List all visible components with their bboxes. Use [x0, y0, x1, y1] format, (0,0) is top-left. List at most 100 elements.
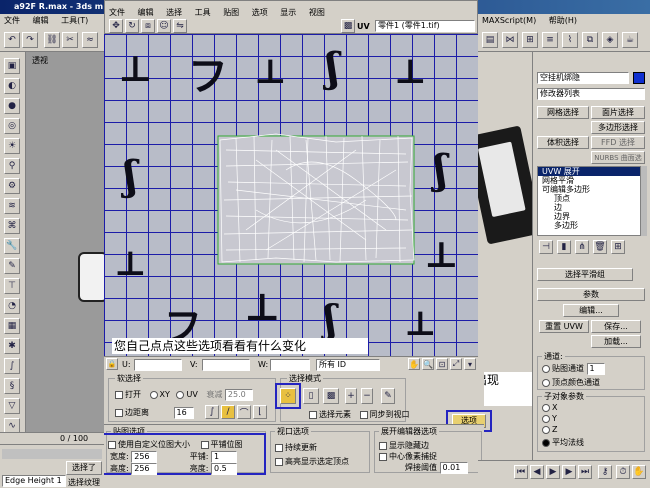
time-slider[interactable]: 0 / 100 [0, 432, 104, 444]
undo-icon[interactable]: ↶ [4, 32, 20, 48]
falloff-fast-icon[interactable]: ⌊ [253, 405, 267, 419]
render-icon[interactable]: ☕ [622, 32, 638, 48]
load-button[interactable]: 加载... [591, 335, 641, 348]
pan-view-icon[interactable]: ✋ [632, 465, 646, 479]
uv-menu-1[interactable]: 编辑 [138, 8, 154, 17]
axis-y-radio[interactable] [542, 414, 550, 423]
taper-icon[interactable]: ▽ [4, 398, 20, 414]
vertex-mode-icon[interactable]: ⁘ [280, 388, 296, 404]
scale-icon[interactable]: ⧈ [141, 19, 155, 33]
tile-bitmap-checkbox[interactable] [200, 440, 209, 449]
link-icon[interactable]: ⛓ [44, 32, 60, 48]
patch-select-button[interactable]: 面片选择 [591, 106, 645, 119]
id-select[interactable]: 所有 ID [316, 359, 380, 371]
modifier-icon[interactable]: ✎ [4, 258, 20, 274]
paint-select-icon[interactable]: ✎ [381, 388, 395, 404]
nurbs-select-button[interactable]: NURBS 曲面选择 [591, 151, 645, 174]
stack-item[interactable]: 多边形 [538, 221, 640, 230]
stack-item[interactable]: 边界 [538, 212, 640, 221]
width-field[interactable]: 256 [131, 451, 158, 463]
save-button[interactable]: 保存... [591, 320, 641, 333]
reset-uvw-button[interactable]: 重置 UVW [539, 320, 589, 333]
stack-item[interactable]: 可编辑多边形 [538, 185, 640, 194]
falloff-slow-icon[interactable]: ⌒ [237, 405, 251, 419]
uv-menu-0[interactable]: 文件 [109, 8, 125, 17]
spacewarp-icon[interactable]: ≋ [4, 198, 20, 214]
height-field[interactable]: 256 [131, 463, 158, 475]
play-icon[interactable]: ▶ [546, 465, 560, 479]
time-config-icon[interactable]: ⏱ [616, 465, 630, 479]
edge-dist-checkbox[interactable] [115, 408, 123, 417]
menu-file[interactable]: 文件 [4, 16, 20, 25]
shrink-icon[interactable]: − [361, 388, 373, 404]
falloff-smooth-icon[interactable]: ∫ [205, 405, 219, 419]
mesh-select-button[interactable]: 网格选择 [537, 106, 589, 119]
uv-canvas[interactable]: ⊥ フ ⊥ ʃ ⊥ ʃ ʃ ⊥ ⊥ フ ⊥ ʃ ⊥ [104, 34, 478, 356]
zoom-region-icon[interactable]: ⊡ [436, 358, 448, 370]
configure-icon[interactable]: ⊞ [611, 240, 625, 254]
redo-icon[interactable]: ↷ [22, 32, 38, 48]
uv-menu-7[interactable]: 视图 [309, 8, 325, 17]
select-smooth-rollout[interactable]: 选择平滑组 [537, 268, 633, 281]
uv-menu-5[interactable]: 选项 [252, 8, 268, 17]
uv-menu-2[interactable]: 选择 [166, 8, 182, 17]
show-hidden-edges-checkbox[interactable] [379, 441, 387, 450]
stack-item[interactable]: 边 [538, 203, 640, 212]
edit-button[interactable]: 编辑... [563, 304, 619, 317]
checker-icon[interactable]: ▩ [341, 19, 355, 33]
weld-field[interactable]: 0.01 [439, 462, 468, 474]
rotate-icon[interactable]: ↻ [125, 19, 139, 33]
snap-icon[interactable]: ▤ [482, 32, 498, 48]
motion-icon[interactable]: ◔ [4, 298, 20, 314]
make-unique-icon[interactable]: ⋔ [575, 240, 589, 254]
uv-menu-6[interactable]: 显示 [280, 8, 296, 17]
zoom-extents-icon[interactable]: ⤢ [450, 358, 462, 370]
twist-icon[interactable]: § [4, 378, 20, 394]
vertex-color-radio[interactable] [542, 378, 550, 387]
vol-select-button[interactable]: 体积选择 [537, 136, 589, 149]
camera-icon[interactable]: ⚲ [4, 158, 20, 174]
menu-maxscript[interactable]: MAXScript(M) [482, 16, 536, 25]
remove-modifier-icon[interactable]: 🗑 [593, 240, 607, 254]
w-field[interactable] [270, 359, 310, 371]
uv-menu-4[interactable]: 贴图 [223, 8, 239, 17]
menu-tools[interactable]: 工具(T) [61, 16, 88, 25]
curve-editor-icon[interactable]: ⌇ [562, 32, 578, 48]
uv-menu-3[interactable]: 工具 [195, 8, 211, 17]
unlink-icon[interactable]: ✂ [62, 32, 78, 48]
layer-icon[interactable]: ≡ [542, 32, 558, 48]
maxscript-listener[interactable]: Edge Height 1 [2, 475, 66, 487]
poly-select-button[interactable]: 多边形选择 [591, 121, 645, 134]
schematic-icon[interactable]: ⧉ [582, 32, 598, 48]
falloff-field[interactable]: 25.0 [224, 389, 253, 401]
face-mode-icon[interactable]: ▩ [323, 388, 339, 404]
bend-icon[interactable]: ∫ [4, 358, 20, 374]
lock-icon[interactable]: 🔒 [106, 358, 118, 370]
select-elem-checkbox[interactable] [309, 410, 317, 419]
map-channel-radio[interactable] [542, 364, 550, 373]
bind-icon[interactable]: ≈ [82, 32, 98, 48]
uv-radio[interactable] [176, 390, 185, 399]
mirror-icon[interactable]: ⋈ [502, 32, 518, 48]
go-end-icon[interactable]: ⏭ [578, 465, 592, 479]
axis-z-radio[interactable] [542, 425, 550, 434]
material-editor-icon[interactable]: ◈ [602, 32, 618, 48]
ffd-select-button[interactable]: FFD 选择 [591, 136, 645, 149]
stack-scrollbar[interactable] [641, 166, 647, 236]
falloff-linear-icon[interactable]: / [221, 405, 235, 419]
utilities-icon[interactable]: ✱ [4, 338, 20, 354]
u-field[interactable] [134, 359, 182, 371]
key-mode-icon[interactable]: ⚷ [598, 465, 612, 479]
constant-update-checkbox[interactable] [275, 443, 283, 452]
hierarchy-icon[interactable]: ⊤ [4, 278, 20, 294]
cylinder-icon[interactable]: ◎ [4, 118, 20, 134]
sync-viewport-checkbox[interactable] [359, 410, 368, 419]
move-icon[interactable]: ✥ [109, 19, 123, 33]
filter-icon[interactable]: ▾ [464, 358, 476, 370]
params-rollout[interactable]: 参数 [537, 288, 645, 301]
soft-on-checkbox[interactable] [115, 390, 123, 399]
sphere-icon[interactable]: ● [4, 98, 20, 114]
track-bar[interactable] [2, 449, 102, 459]
texture-select[interactable]: 零件1 (零件1.tif) [375, 20, 475, 32]
edge-dist-field[interactable]: 16 [173, 407, 194, 419]
